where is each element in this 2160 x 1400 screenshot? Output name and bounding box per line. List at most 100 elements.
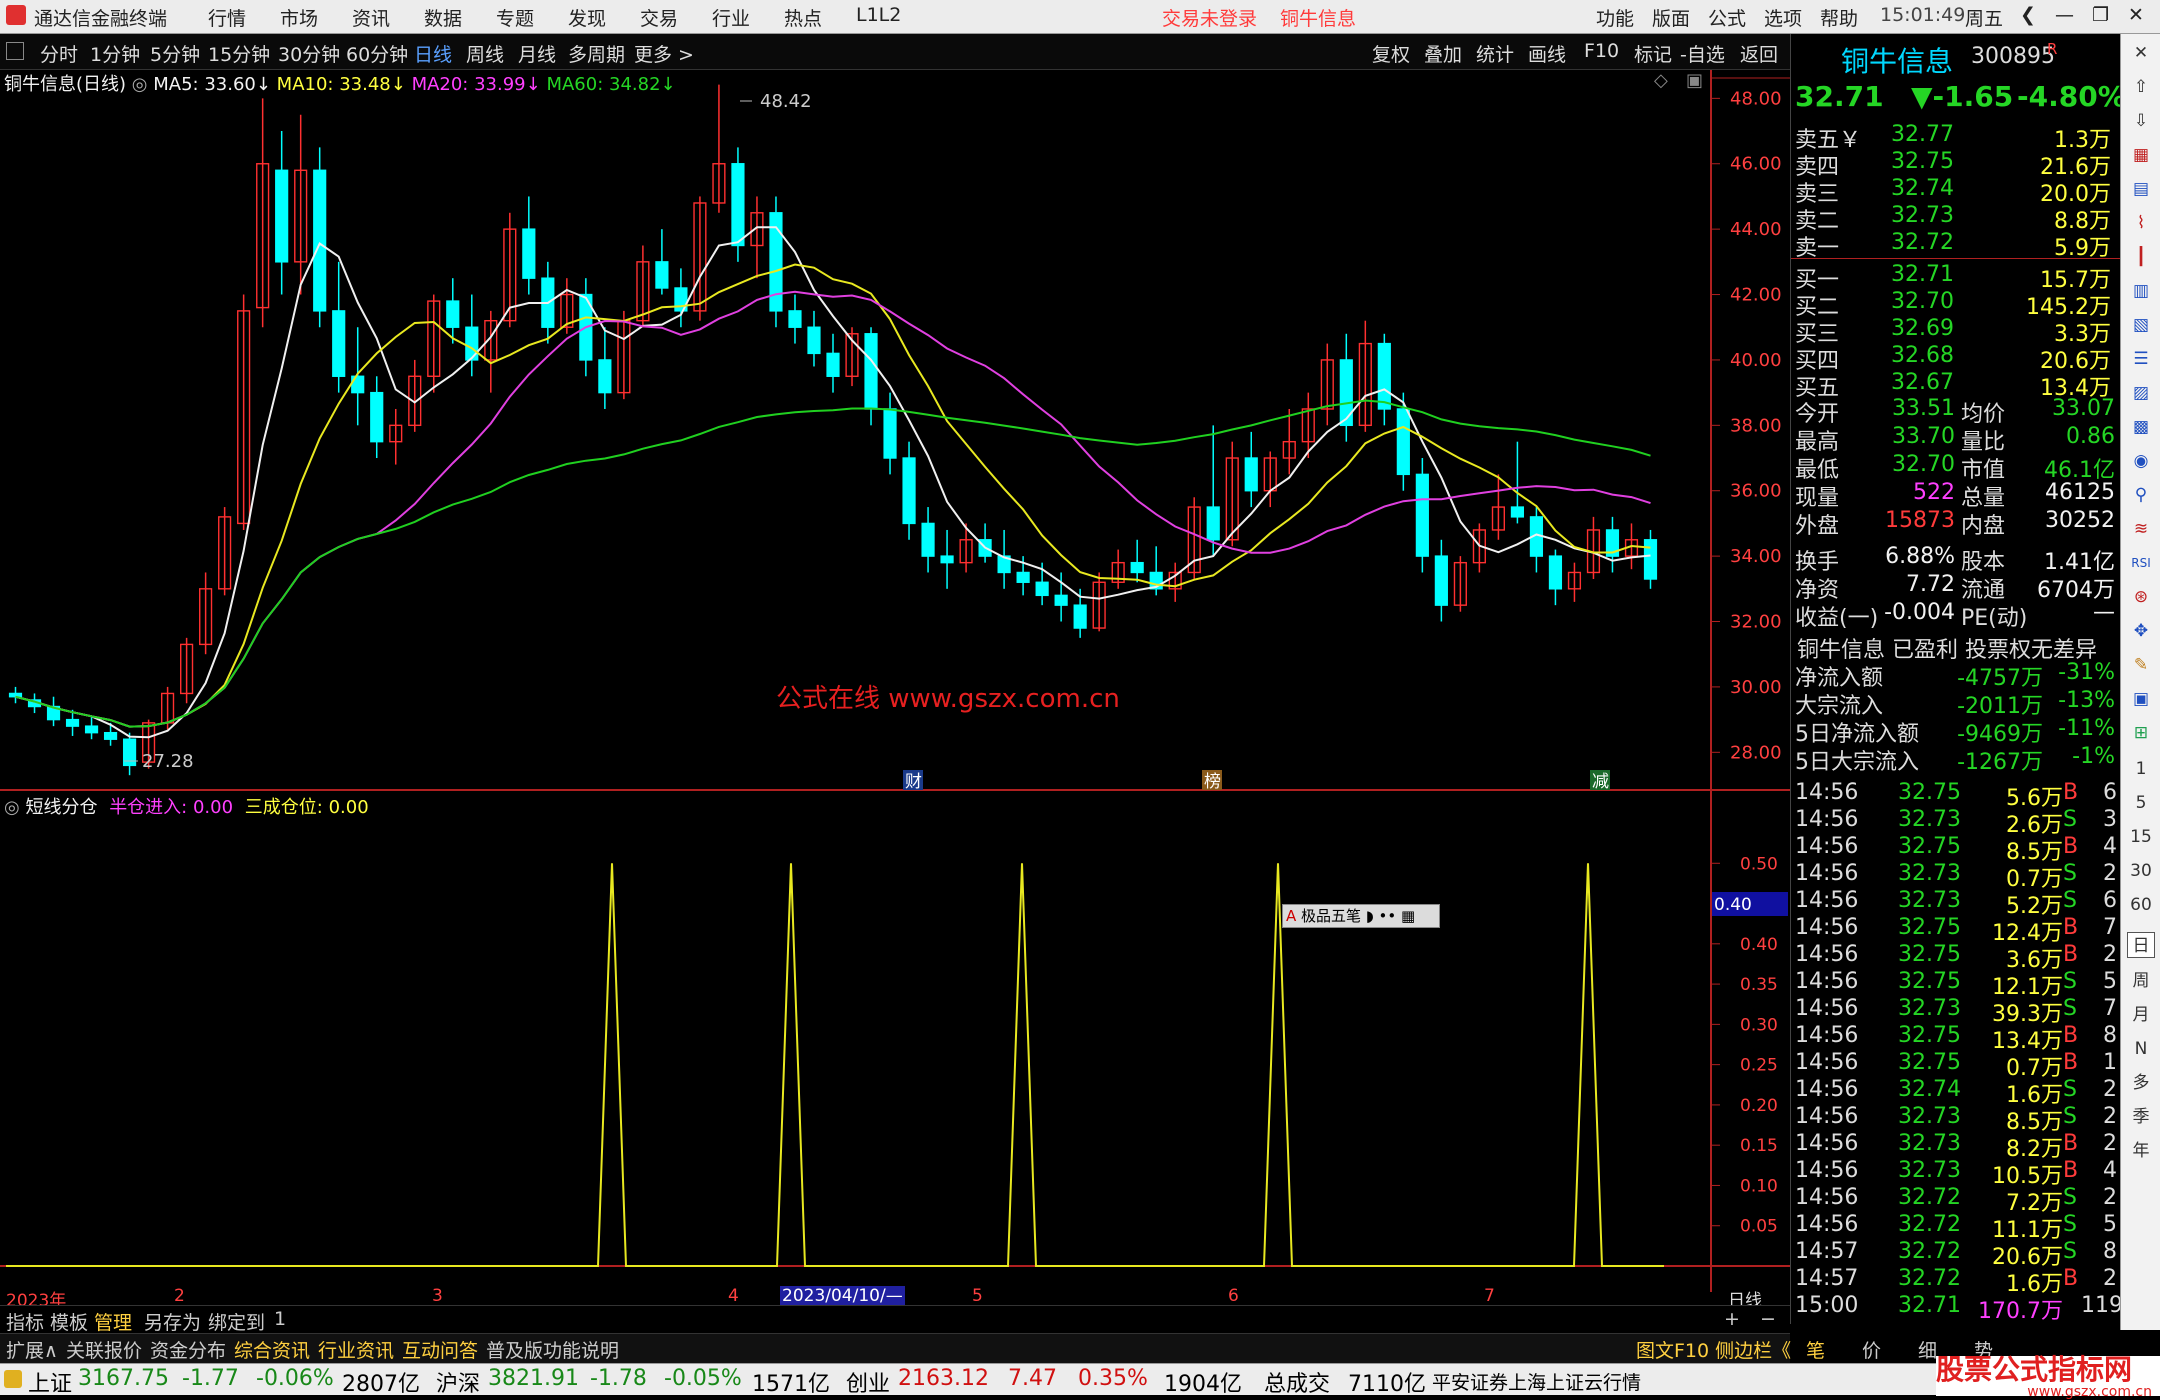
- mark-button[interactable]: 标记: [1634, 40, 1672, 67]
- tick-row[interactable]: 14:56 32.74 1.6万 S 2: [1791, 1077, 2121, 1108]
- tab-price[interactable]: 价: [1862, 1336, 1881, 1363]
- tick-row[interactable]: 14:56 32.72 7.2万 S 2: [1791, 1185, 2121, 1216]
- tick-row[interactable]: 14:56 32.75 3.6万 B 2: [1791, 942, 2121, 973]
- stat-row[interactable]: 收益(一) -0.004 PE(动) —: [1791, 600, 2121, 631]
- ask-row[interactable]: 卖二 32.73 8.8万: [1791, 203, 2121, 234]
- stat-row[interactable]: 外盘 15873 内盘 30252: [1791, 508, 2121, 539]
- tick-row[interactable]: 14:57 32.72 20.6万 S 8: [1791, 1239, 2121, 1270]
- chart-diamond-icon[interactable]: ◇: [1654, 70, 1668, 91]
- menu-trade[interactable]: 交易: [640, 4, 678, 31]
- indicator-name[interactable]: 短线分仓: [25, 797, 97, 818]
- template-button[interactable]: 模板: [50, 1308, 88, 1335]
- return-button[interactable]: 返回: [1740, 40, 1778, 67]
- sidebar-chart-icon[interactable]: ▦: [2127, 142, 2155, 168]
- menu-layout[interactable]: 版面: [1652, 4, 1690, 31]
- ime-mode-icon[interactable]: ◗ •• ▦: [1366, 907, 1415, 925]
- tick-row[interactable]: 14:57 32.72 1.6万 B 2: [1791, 1266, 2121, 1297]
- sidebar-period-1[interactable]: 1: [2127, 756, 2155, 782]
- sidebar-fs-icon[interactable]: ▩: [2127, 414, 2155, 440]
- trade-login-notice[interactable]: 交易未登录: [1162, 4, 1257, 31]
- watchlist-button[interactable]: -自选: [1680, 40, 1725, 67]
- minimize-icon[interactable]: —: [2055, 4, 2074, 26]
- menu-help[interactable]: 帮助: [1820, 4, 1858, 31]
- period-30min[interactable]: 30分钟: [278, 40, 340, 67]
- save-as-button[interactable]: 另存为: [144, 1308, 201, 1335]
- adjust-button[interactable]: 复权: [1372, 40, 1410, 67]
- bid-row[interactable]: 买一 32.71 15.7万: [1791, 262, 2121, 293]
- tab-related-quotes[interactable]: 关联报价: [66, 1336, 142, 1363]
- f10-button[interactable]: F10: [1584, 40, 1619, 62]
- period-15min[interactable]: 15分钟: [208, 40, 270, 67]
- restore-icon[interactable]: ❐: [2092, 4, 2109, 26]
- sidebar-kline-icon[interactable]: ┃: [2127, 244, 2155, 270]
- tick-row[interactable]: 14:56 32.75 8.5万 B 4: [1791, 834, 2121, 865]
- collapse-icon[interactable]: [6, 42, 24, 60]
- menu-l1l2[interactable]: L1L2: [856, 4, 901, 26]
- sidebar-f10-icon[interactable]: ▧: [2127, 312, 2155, 338]
- flow-row[interactable]: 5日大宗流入 -1267万 -1%: [1791, 744, 2121, 775]
- zoom-out-button[interactable]: −: [1760, 1308, 1776, 1330]
- bid-row[interactable]: 买五 32.67 13.4万: [1791, 370, 2121, 401]
- sidebar-trend-icon[interactable]: ⌇: [2127, 210, 2155, 236]
- back-icon[interactable]: ❮: [2020, 4, 2036, 26]
- stat-row[interactable]: 净资 7.72 流通 6704万: [1791, 572, 2121, 603]
- stat-row[interactable]: 最高 33.70 量比 0.86: [1791, 424, 2121, 455]
- tick-row[interactable]: 14:56 32.75 13.4万 B 8: [1791, 1023, 2121, 1054]
- bind-slot[interactable]: 1: [274, 1308, 286, 1330]
- stats-button[interactable]: 统计: [1476, 40, 1514, 67]
- flow-row[interactable]: 大宗流入 -2011万 -13%: [1791, 688, 2121, 719]
- idx-cy-name[interactable]: 创业: [846, 1366, 890, 1398]
- stat-row[interactable]: 今开 33.51 均价 33.07: [1791, 396, 2121, 427]
- chart-panel-icon[interactable]: ▣: [1686, 70, 1703, 91]
- tab-qa[interactable]: 互动问答: [402, 1336, 478, 1363]
- menu-function[interactable]: 功能: [1596, 4, 1634, 31]
- indicator-button[interactable]: 指标: [6, 1308, 44, 1335]
- sidebar-s-icon[interactable]: ⊛: [2127, 584, 2155, 610]
- overlay-button[interactable]: 叠加: [1424, 40, 1462, 67]
- ask-row[interactable]: 卖四 32.75 21.6万: [1791, 149, 2121, 180]
- sidebar-period-30[interactable]: 30: [2127, 858, 2155, 884]
- sidebar-search-icon[interactable]: ⚲: [2127, 482, 2155, 508]
- menu-topics[interactable]: 专题: [496, 4, 534, 31]
- tick-row[interactable]: 14:56 32.72 11.1万 S 5: [1791, 1212, 2121, 1243]
- menu-hot[interactable]: 热点: [784, 4, 822, 31]
- menu-market[interactable]: 市场: [280, 4, 318, 31]
- tab-pen[interactable]: 笔: [1806, 1336, 1825, 1363]
- sidebar-fs2-icon[interactable]: ▣: [2127, 686, 2155, 712]
- ime-toolbar[interactable]: A 极品五笔 ◗ •• ▦: [1282, 904, 1440, 928]
- tab-detail[interactable]: 细: [1918, 1336, 1937, 1363]
- sidebar-move-icon[interactable]: ✥: [2127, 618, 2155, 644]
- sidebar-macd-icon[interactable]: ≋: [2127, 516, 2155, 542]
- bid-row[interactable]: 买二 32.70 145.2万: [1791, 289, 2121, 320]
- menu-industry[interactable]: 行业: [712, 4, 750, 31]
- period-daily[interactable]: 日线: [414, 40, 452, 67]
- period-multi[interactable]: 多周期: [568, 40, 625, 67]
- sidebar-rsi-icon[interactable]: RSI: [2127, 550, 2155, 576]
- ask-row[interactable]: 卖一 32.72 5.9万: [1791, 230, 2121, 261]
- close-icon[interactable]: ✕: [2128, 4, 2144, 26]
- event-markers[interactable]: 财 榜 减: [903, 770, 1610, 792]
- ask-row[interactable]: 卖三 32.74 20.0万: [1791, 176, 2121, 207]
- tick-row[interactable]: 14:56 32.73 39.3万 S 7: [1791, 996, 2121, 1027]
- tick-row[interactable]: 14:56 32.73 10.5万 B 4: [1791, 1158, 2121, 1189]
- period-1min[interactable]: 1分钟: [90, 40, 140, 67]
- flow-row[interactable]: 净流入额 -4757万 -31%: [1791, 660, 2121, 691]
- draw-button[interactable]: 画线: [1528, 40, 1566, 67]
- sidebar-table-icon[interactable]: ▤: [2127, 176, 2155, 202]
- zoom-in-button[interactable]: +: [1724, 1308, 1740, 1330]
- bid-row[interactable]: 买三 32.69 3.3万: [1791, 316, 2121, 347]
- sidebar-circle-icon[interactable]: ◉: [2127, 448, 2155, 474]
- tick-row[interactable]: 14:56 32.73 8.2万 B 2: [1791, 1131, 2121, 1162]
- sidebar-pen-icon[interactable]: ✎: [2127, 652, 2155, 678]
- sidebar-period-quarter[interactable]: 季: [2127, 1104, 2155, 1130]
- period-more[interactable]: 更多 >: [634, 40, 694, 67]
- tick-row[interactable]: 14:56 32.73 0.7万 S 2: [1791, 861, 2121, 892]
- sidebar-period-n[interactable]: N: [2127, 1036, 2155, 1062]
- sidebar-up-icon[interactable]: ⇧: [2127, 74, 2155, 100]
- sidebar-grid-icon[interactable]: ⊞: [2127, 720, 2155, 746]
- server-name[interactable]: 平安证券上海上证云行情: [1432, 1368, 1641, 1395]
- ask-row[interactable]: 卖五￥ 32.77 1.3万: [1791, 122, 2121, 153]
- tick-row[interactable]: 14:56 32.75 12.1万 S 5: [1791, 969, 2121, 1000]
- sidebar-period-month[interactable]: 月: [2127, 1002, 2155, 1028]
- period-60min[interactable]: 60分钟: [346, 40, 408, 67]
